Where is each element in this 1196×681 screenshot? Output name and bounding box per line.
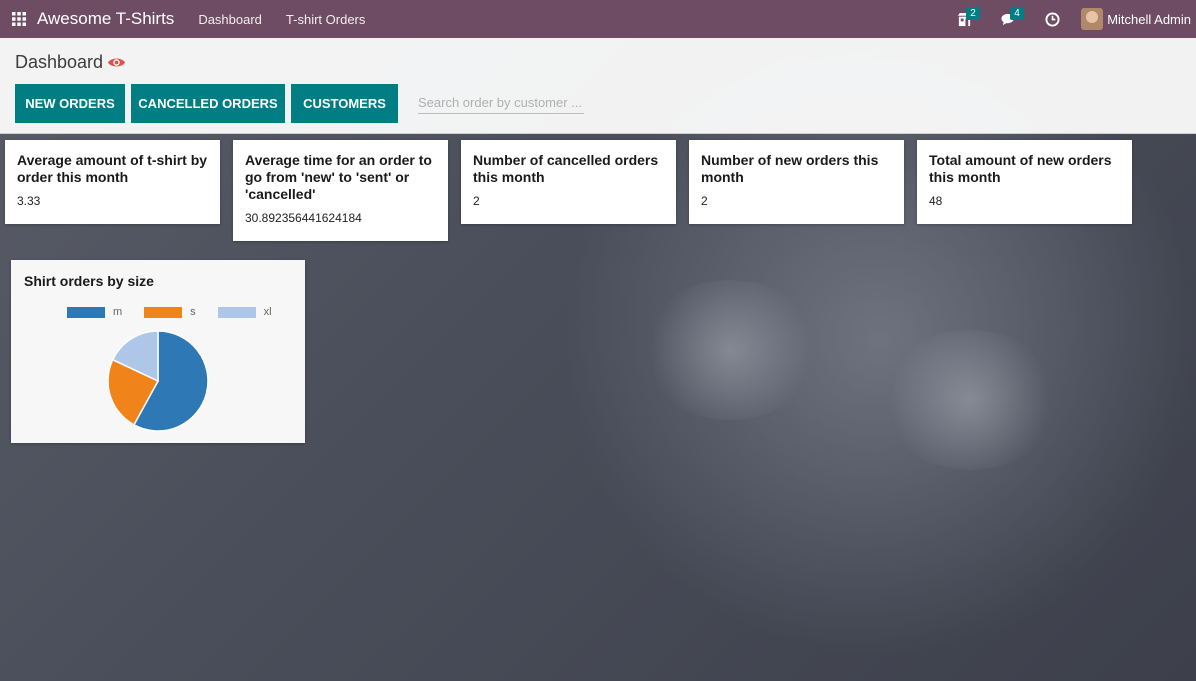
control-panel: Dashboard NEW ORDERS CANCELLED ORDERS CU…: [0, 38, 1196, 134]
messages-badge: 4: [1010, 7, 1024, 20]
nav-link-dashboard[interactable]: Dashboard: [198, 12, 262, 27]
eye-icon[interactable]: [107, 56, 126, 69]
chart-card: Shirt orders by size m s xl: [11, 260, 305, 443]
customers-button[interactable]: CUSTOMERS: [291, 84, 398, 123]
stat-card: Number of cancelled orders this month 2: [461, 140, 676, 224]
stat-title: Number of new orders this month: [701, 152, 879, 185]
legend-label: m: [113, 306, 123, 318]
top-navbar: Awesome T-Shirts Dashboard T-shirt Order…: [0, 0, 1196, 38]
stat-card: Average time for an order to go from 'ne…: [233, 140, 448, 241]
chart-legend: m s xl: [67, 306, 294, 318]
stat-value: 30.892356441624184: [245, 211, 362, 225]
stat-value: 2: [473, 194, 480, 208]
page-title: Dashboard: [15, 52, 126, 73]
stat-card: Number of new orders this month 2: [689, 140, 904, 224]
nav-link-tshirt-orders[interactable]: T-shirt Orders: [286, 12, 365, 27]
stat-value: 48: [929, 194, 943, 208]
clock-menu[interactable]: [1037, 0, 1067, 38]
user-menu[interactable]: Mitchell Admin: [1081, 8, 1191, 30]
stat-card: Average amount of t-shirt by order this …: [5, 140, 220, 224]
stat-value: 2: [701, 194, 708, 208]
messaging-menu[interactable]: 4: [993, 0, 1024, 38]
legend-item-m[interactable]: m: [67, 306, 122, 318]
user-name: Mitchell Admin: [1107, 11, 1191, 27]
chart-title: Shirt orders by size: [24, 273, 154, 289]
apps-menu-icon[interactable]: [0, 0, 38, 38]
activity-badge: 2: [966, 7, 980, 20]
page-title-text: Dashboard: [15, 52, 104, 72]
legend-swatch: [144, 306, 183, 318]
app-brand[interactable]: Awesome T-Shirts: [37, 9, 174, 29]
clock-icon: [1045, 11, 1060, 27]
stat-title: Average amount of t-shirt by order this …: [17, 152, 208, 185]
legend-item-s[interactable]: s: [144, 306, 196, 318]
avatar: [1081, 8, 1104, 30]
new-orders-button[interactable]: NEW ORDERS: [15, 84, 125, 123]
stat-title: Total amount of new orders this month: [929, 152, 1112, 185]
legend-swatch: [217, 306, 256, 318]
legend-item-xl[interactable]: xl: [217, 306, 272, 318]
stat-card: Total amount of new orders this month 48: [917, 140, 1132, 224]
pie-chart: [107, 330, 209, 432]
search-input[interactable]: [418, 92, 584, 114]
legend-label: xl: [263, 306, 272, 318]
legend-label: s: [190, 306, 196, 318]
activity-menu[interactable]: 2: [949, 0, 980, 38]
stat-value: 3.33: [17, 194, 41, 208]
stat-title: Average time for an order to go from 'ne…: [245, 152, 432, 202]
cancelled-orders-button[interactable]: CANCELLED ORDERS: [131, 84, 285, 123]
stat-title: Number of cancelled orders this month: [473, 152, 659, 185]
legend-swatch: [67, 306, 105, 318]
